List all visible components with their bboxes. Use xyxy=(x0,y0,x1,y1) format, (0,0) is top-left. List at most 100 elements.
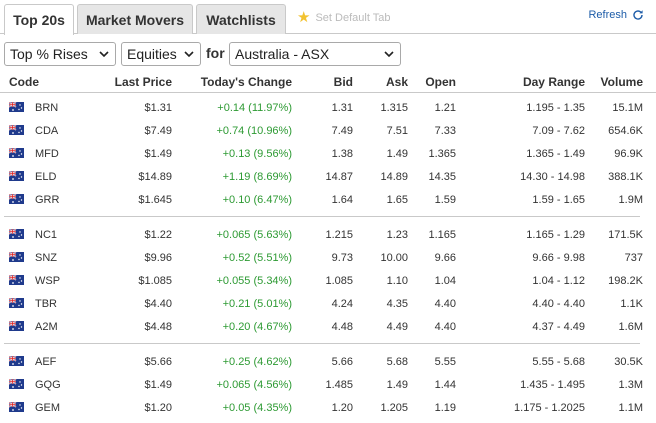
open-price: 1.165 xyxy=(428,229,456,241)
open-price: 4.40 xyxy=(434,298,456,310)
col-header-last-price[interactable]: Last Price xyxy=(115,75,172,89)
ask-price: 1.315 xyxy=(380,102,408,114)
todays-change: +0.74 (10.96%) xyxy=(216,125,292,137)
volume: 1.1M xyxy=(618,402,643,414)
col-header-ask[interactable]: Ask xyxy=(386,75,408,89)
stock-code[interactable]: NC1 xyxy=(35,229,57,241)
table-row[interactable]: MFD $1.49 +0.13 (9.56%) 1.38 1.49 1.365 1.365 … xyxy=(0,143,656,166)
bid-price: 1.215 xyxy=(325,229,353,241)
ask-price: 4.35 xyxy=(386,298,408,310)
stock-code[interactable]: TBR xyxy=(35,298,57,310)
stock-code[interactable]: GQG xyxy=(35,379,61,391)
tab-watchlists[interactable]: Watchlists xyxy=(196,4,286,34)
ask-price: 5.68 xyxy=(386,356,408,368)
table-row[interactable]: ELD $14.89 +1.19 (8.69%) 14.87 14.89 14.35 14.… xyxy=(0,166,656,189)
tab-market-movers[interactable]: Market Movers xyxy=(77,4,193,34)
open-price: 14.35 xyxy=(428,171,456,183)
col-header-code[interactable]: Code xyxy=(9,75,39,89)
table-row[interactable]: CDA $7.49 +0.74 (10.96%) 7.49 7.51 7.33 7.09 -… xyxy=(0,120,656,143)
refresh-label: Refresh xyxy=(588,9,627,21)
refresh-button[interactable]: Refresh xyxy=(588,9,644,21)
ask-price: 1.23 xyxy=(386,229,408,241)
table-row[interactable]: NC1 $1.22 +0.065 (5.63%) 1.215 1.23 1.165 1.16… xyxy=(0,224,656,247)
table-row[interactable]: A2M $4.48 +0.20 (4.67%) 4.48 4.49 4.40 4.37 - … xyxy=(0,316,656,339)
day-range: 9.66 - 9.98 xyxy=(532,252,585,264)
open-price: 1.21 xyxy=(434,102,456,114)
bid-price: 9.73 xyxy=(331,252,353,264)
last-price: $1.49 xyxy=(144,148,172,160)
bid-price: 14.87 xyxy=(325,171,353,183)
todays-change: +0.065 (5.63%) xyxy=(216,229,292,241)
table-row[interactable]: GEM $1.20 +0.05 (4.35%) 1.20 1.205 1.19 1.175 … xyxy=(0,397,656,420)
todays-change: +0.52 (5.51%) xyxy=(222,252,292,264)
ask-price: 1.10 xyxy=(386,275,408,287)
table-row[interactable]: TBR $4.40 +0.21 (5.01%) 4.24 4.35 4.40 4.40 - … xyxy=(0,293,656,316)
open-price: 4.40 xyxy=(434,321,456,333)
volume: 388.1K xyxy=(608,171,643,183)
volume: 96.9K xyxy=(614,148,643,160)
todays-change: +0.21 (5.01%) xyxy=(222,298,292,310)
australia-flag-icon xyxy=(9,379,24,389)
col-header-bid[interactable]: Bid xyxy=(334,75,353,89)
bid-price: 4.24 xyxy=(331,298,353,310)
stock-code[interactable]: ELD xyxy=(35,171,56,183)
chevron-down-icon xyxy=(184,51,194,58)
col-header-todays-change[interactable]: Today's Change xyxy=(201,75,292,89)
volume: 171.5K xyxy=(608,229,643,241)
col-header-volume[interactable]: Volume xyxy=(601,75,643,89)
bid-price: 1.20 xyxy=(331,402,353,414)
australia-flag-icon xyxy=(9,171,24,181)
bid-price: 1.38 xyxy=(331,148,353,160)
ask-price: 14.89 xyxy=(380,171,408,183)
todays-change: +0.10 (6.47%) xyxy=(222,194,292,206)
stock-code[interactable]: BRN xyxy=(35,102,58,114)
day-range: 1.04 - 1.12 xyxy=(532,275,585,287)
stock-code[interactable]: SNZ xyxy=(35,252,57,264)
volume: 1.3M xyxy=(618,379,643,391)
ask-price: 7.51 xyxy=(386,125,408,137)
open-price: 5.55 xyxy=(434,356,456,368)
last-price: $5.66 xyxy=(144,356,172,368)
ask-price: 1.205 xyxy=(380,402,408,414)
filter-bar: Top % Rises Equities for Australia - ASX xyxy=(0,42,656,66)
stock-code[interactable]: WSP xyxy=(35,275,60,287)
stock-code[interactable]: MFD xyxy=(35,148,59,160)
table-row[interactable]: AEF $5.66 +0.25 (4.62%) 5.66 5.68 5.55 5.55 - … xyxy=(0,351,656,374)
group-divider xyxy=(4,216,640,217)
day-range: 1.59 - 1.65 xyxy=(532,194,585,206)
table-row[interactable]: WSP $1.085 +0.055 (5.34%) 1.085 1.10 1.04 1.04… xyxy=(0,270,656,293)
exchange-select[interactable]: Australia - ASX xyxy=(229,42,401,66)
day-range: 1.165 - 1.29 xyxy=(526,229,585,241)
col-header-day-range[interactable]: Day Range xyxy=(523,75,585,89)
bid-price: 1.085 xyxy=(325,275,353,287)
table-row[interactable]: BRN $1.31 +0.14 (11.97%) 1.31 1.315 1.21 1.195… xyxy=(0,97,656,120)
stock-code[interactable]: GEM xyxy=(35,402,60,414)
col-header-open[interactable]: Open xyxy=(425,75,456,89)
volume: 737 xyxy=(624,252,643,264)
volume: 1.6M xyxy=(618,321,643,333)
stock-code[interactable]: A2M xyxy=(35,321,58,333)
stock-code[interactable]: AEF xyxy=(35,356,56,368)
open-price: 1.44 xyxy=(434,379,456,391)
table-row[interactable]: GRR $1.645 +0.10 (6.47%) 1.64 1.65 1.59 1.59 -… xyxy=(0,189,656,212)
open-price: 1.365 xyxy=(428,148,456,160)
stock-code[interactable]: GRR xyxy=(35,194,59,206)
bid-price: 5.66 xyxy=(331,356,353,368)
set-default-tab-button[interactable]: ★ Set Default Tab xyxy=(297,10,390,25)
ranking-type-select[interactable]: Top % Rises xyxy=(4,42,116,66)
tab-top-20s[interactable]: Top 20s xyxy=(4,4,74,35)
market-type-select[interactable]: Equities xyxy=(121,42,201,66)
tab-bar: Top 20s Market Movers Watchlists ★ Set D… xyxy=(0,0,656,35)
open-price: 7.33 xyxy=(434,125,456,137)
table-row[interactable]: GQG $1.49 +0.065 (4.56%) 1.485 1.49 1.44 1.435… xyxy=(0,374,656,397)
stock-code[interactable]: CDA xyxy=(35,125,58,137)
day-range: 1.175 - 1.2025 xyxy=(514,402,585,414)
table-row[interactable]: SNZ $9.96 +0.52 (5.51%) 9.73 10.00 9.66 9.66 -… xyxy=(0,247,656,270)
open-price: 1.04 xyxy=(434,275,456,287)
ranking-type-value: Top % Rises xyxy=(10,46,88,62)
last-price: $1.645 xyxy=(138,194,172,206)
day-range: 1.435 - 1.495 xyxy=(520,379,585,391)
last-price: $7.49 xyxy=(144,125,172,137)
todays-change: +0.14 (11.97%) xyxy=(217,102,292,114)
chevron-down-icon xyxy=(384,51,394,58)
